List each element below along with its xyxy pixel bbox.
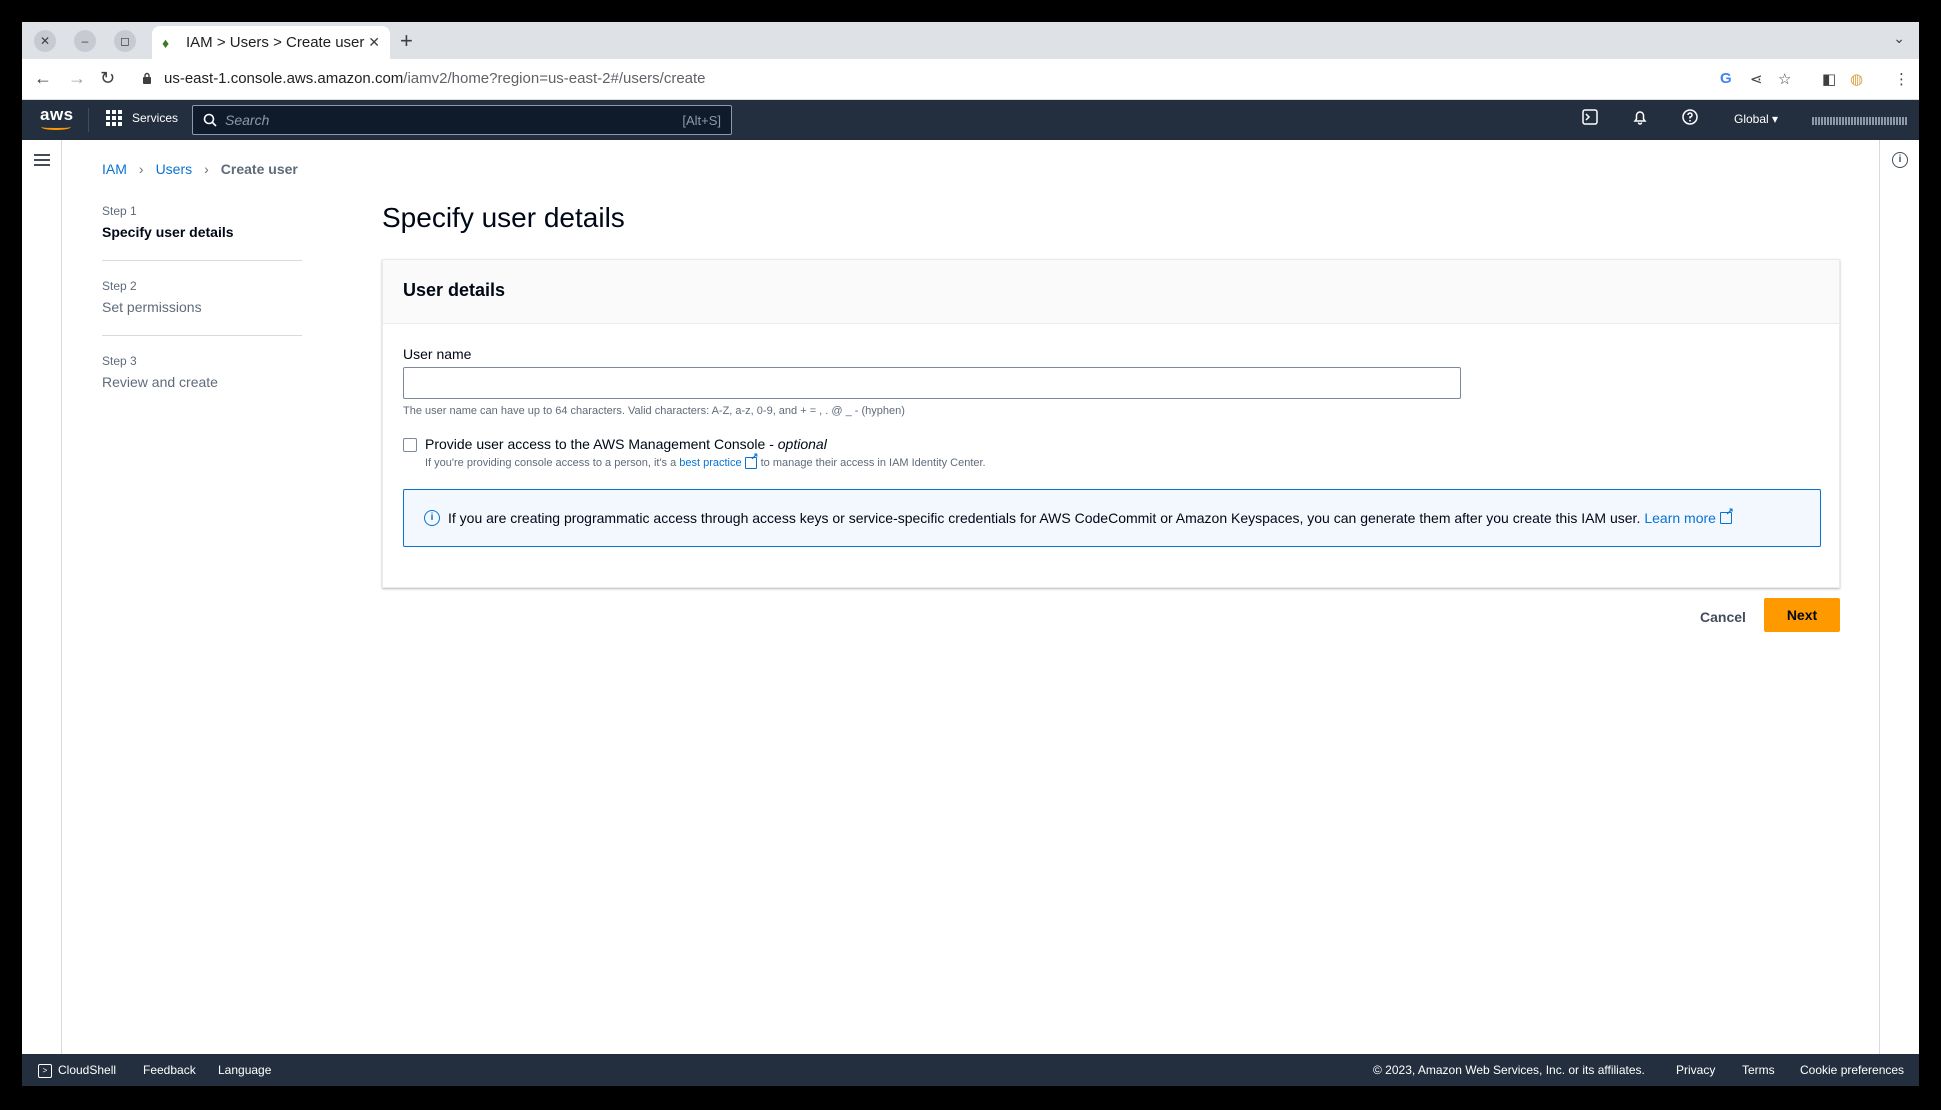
optional-tag: optional: [777, 436, 827, 452]
footer-terms[interactable]: Terms: [1742, 1063, 1775, 1077]
footer-copyright: © 2023, Amazon Web Services, Inc. or its…: [1373, 1063, 1645, 1077]
iam-favicon-icon: ♦: [162, 34, 170, 51]
desc-suffix: to manage their access in IAM Identity C…: [760, 457, 986, 469]
tab-title: IAM > Users > Create user: [186, 34, 365, 51]
tab-search-chevron-icon[interactable]: ⌄: [1893, 30, 1905, 47]
navigation-rail: [22, 140, 62, 1054]
external-link-icon[interactable]: [744, 452, 759, 469]
breadcrumb: IAM › Users › Create user: [102, 161, 298, 177]
console-access-description: If you're providing console access to a …: [425, 452, 986, 469]
console-footer: > CloudShell Feedback Language © 2023, Am…: [22, 1054, 1919, 1086]
services-grid-icon: [106, 110, 122, 126]
header-divider: [88, 108, 89, 132]
username-input[interactable]: [403, 367, 1461, 399]
step-number: Step 2: [102, 279, 137, 293]
cancel-button[interactable]: Cancel: [1700, 609, 1746, 625]
console-access-label-text: Provide user access to the AWS Managemen…: [425, 436, 778, 452]
aws-logo[interactable]: aws: [40, 105, 74, 130]
address-bar[interactable]: us-east-1.console.aws.amazon.com/iamv2/h…: [164, 70, 706, 87]
notifications-bell-icon[interactable]: [1632, 109, 1648, 125]
tab-strip: ✕ – ◻ ♦ IAM > Users > Create user ✕ + ⌄: [22, 22, 1919, 59]
panel-title: User details: [383, 260, 1839, 324]
maximize-window-icon[interactable]: ◻: [114, 30, 136, 52]
footer-feedback[interactable]: Feedback: [143, 1063, 196, 1077]
services-menu-button[interactable]: Services: [106, 110, 178, 126]
help-icon[interactable]: [1682, 109, 1698, 125]
breadcrumb-chevron-icon: ›: [138, 161, 144, 177]
wizard-step-1: Step 1 Specify user details: [102, 204, 302, 240]
desc-prefix: If you're providing console access to a …: [425, 457, 677, 469]
side-panel-icon[interactable]: ◧: [1822, 70, 1836, 88]
best-practice-link[interactable]: best practice: [679, 457, 741, 469]
console-access-checkbox[interactable]: [403, 438, 417, 452]
breadcrumb-iam[interactable]: IAM: [102, 161, 127, 177]
tools-rail: i: [1879, 140, 1919, 1054]
aws-console-header: aws Services Search [Alt+S] Global ▾: [22, 100, 1919, 140]
footer-cookie-preferences[interactable]: Cookie preferences: [1800, 1063, 1904, 1077]
browser-toolbar: ← → ↻ us-east-1.console.aws.amazon.com/i…: [22, 59, 1919, 100]
next-button[interactable]: Next: [1764, 598, 1840, 632]
share-icon[interactable]: ⋖: [1750, 70, 1763, 88]
url-path: /iamv2/home?region=us-east-2#/users/crea…: [403, 70, 706, 87]
footer-cloudshell[interactable]: > CloudShell: [38, 1063, 116, 1078]
cloudshell-icon[interactable]: [1582, 109, 1598, 125]
step-divider: [102, 260, 302, 261]
services-label: Services: [132, 111, 179, 125]
forward-icon[interactable]: →: [68, 68, 86, 89]
search-icon: [203, 113, 217, 127]
page-title: Specify user details: [382, 202, 625, 233]
info-panel-icon[interactable]: i: [1892, 152, 1908, 168]
lock-icon[interactable]: [142, 72, 152, 84]
region-selector[interactable]: Global ▾: [1734, 112, 1778, 126]
extension-icon[interactable]: ◍: [1850, 70, 1863, 88]
account-menu-redacted[interactable]: [1812, 117, 1908, 125]
step-number: Step 1: [102, 204, 137, 218]
breadcrumb-create-user: Create user: [220, 161, 298, 177]
tab-close-icon[interactable]: ✕: [368, 34, 380, 51]
hamburger-menu-icon[interactable]: [34, 154, 50, 169]
step-label: Specify user details: [102, 224, 234, 240]
cloudshell-label: CloudShell: [58, 1063, 117, 1077]
minimize-window-icon[interactable]: –: [74, 30, 96, 52]
info-alert: i If you are creating programmatic acces…: [403, 489, 1821, 547]
user-details-panel: User details User name The user name can…: [382, 259, 1840, 588]
external-link-icon[interactable]: [1719, 507, 1734, 524]
reload-icon[interactable]: ↻: [100, 68, 115, 89]
browser-window: ✕ – ◻ ♦ IAM > Users > Create user ✕ + ⌄ …: [22, 22, 1919, 1086]
url-domain: us-east-1.console.aws.amazon.com: [164, 70, 404, 87]
footer-privacy[interactable]: Privacy: [1676, 1063, 1715, 1077]
new-tab-icon[interactable]: +: [400, 28, 413, 54]
learn-more-link[interactable]: Learn more: [1644, 510, 1716, 526]
info-alert-text: If you are creating programmatic access …: [448, 510, 1641, 526]
search-shortcut: [Alt+S]: [682, 112, 721, 128]
username-label: User name: [403, 346, 472, 362]
console-access-label[interactable]: Provide user access to the AWS Managemen…: [425, 436, 827, 452]
username-hint: The user name can have up to 64 characte…: [403, 405, 905, 417]
wizard-step-3: Step 3 Review and create: [102, 354, 302, 390]
google-icon[interactable]: G: [1720, 70, 1732, 87]
step-divider: [102, 335, 302, 336]
footer-language[interactable]: Language: [218, 1063, 271, 1077]
wizard-step-2: Step 2 Set permissions: [102, 279, 302, 315]
bookmark-star-icon[interactable]: ☆: [1778, 70, 1791, 88]
breadcrumb-users[interactable]: Users: [156, 161, 193, 177]
close-window-icon[interactable]: ✕: [34, 30, 56, 52]
step-label: Review and create: [102, 374, 218, 390]
info-icon: i: [424, 510, 440, 526]
search-placeholder: Search: [225, 112, 270, 128]
console-search-input[interactable]: Search [Alt+S]: [192, 105, 732, 135]
cloudshell-footer-icon: >: [38, 1063, 52, 1078]
step-label: Set permissions: [102, 299, 202, 315]
step-number: Step 3: [102, 354, 137, 368]
breadcrumb-chevron-icon: ›: [204, 161, 209, 177]
browser-menu-icon[interactable]: ⋮: [1894, 70, 1909, 88]
back-icon[interactable]: ←: [34, 68, 52, 89]
browser-tab[interactable]: ♦ IAM > Users > Create user ✕: [152, 26, 390, 59]
